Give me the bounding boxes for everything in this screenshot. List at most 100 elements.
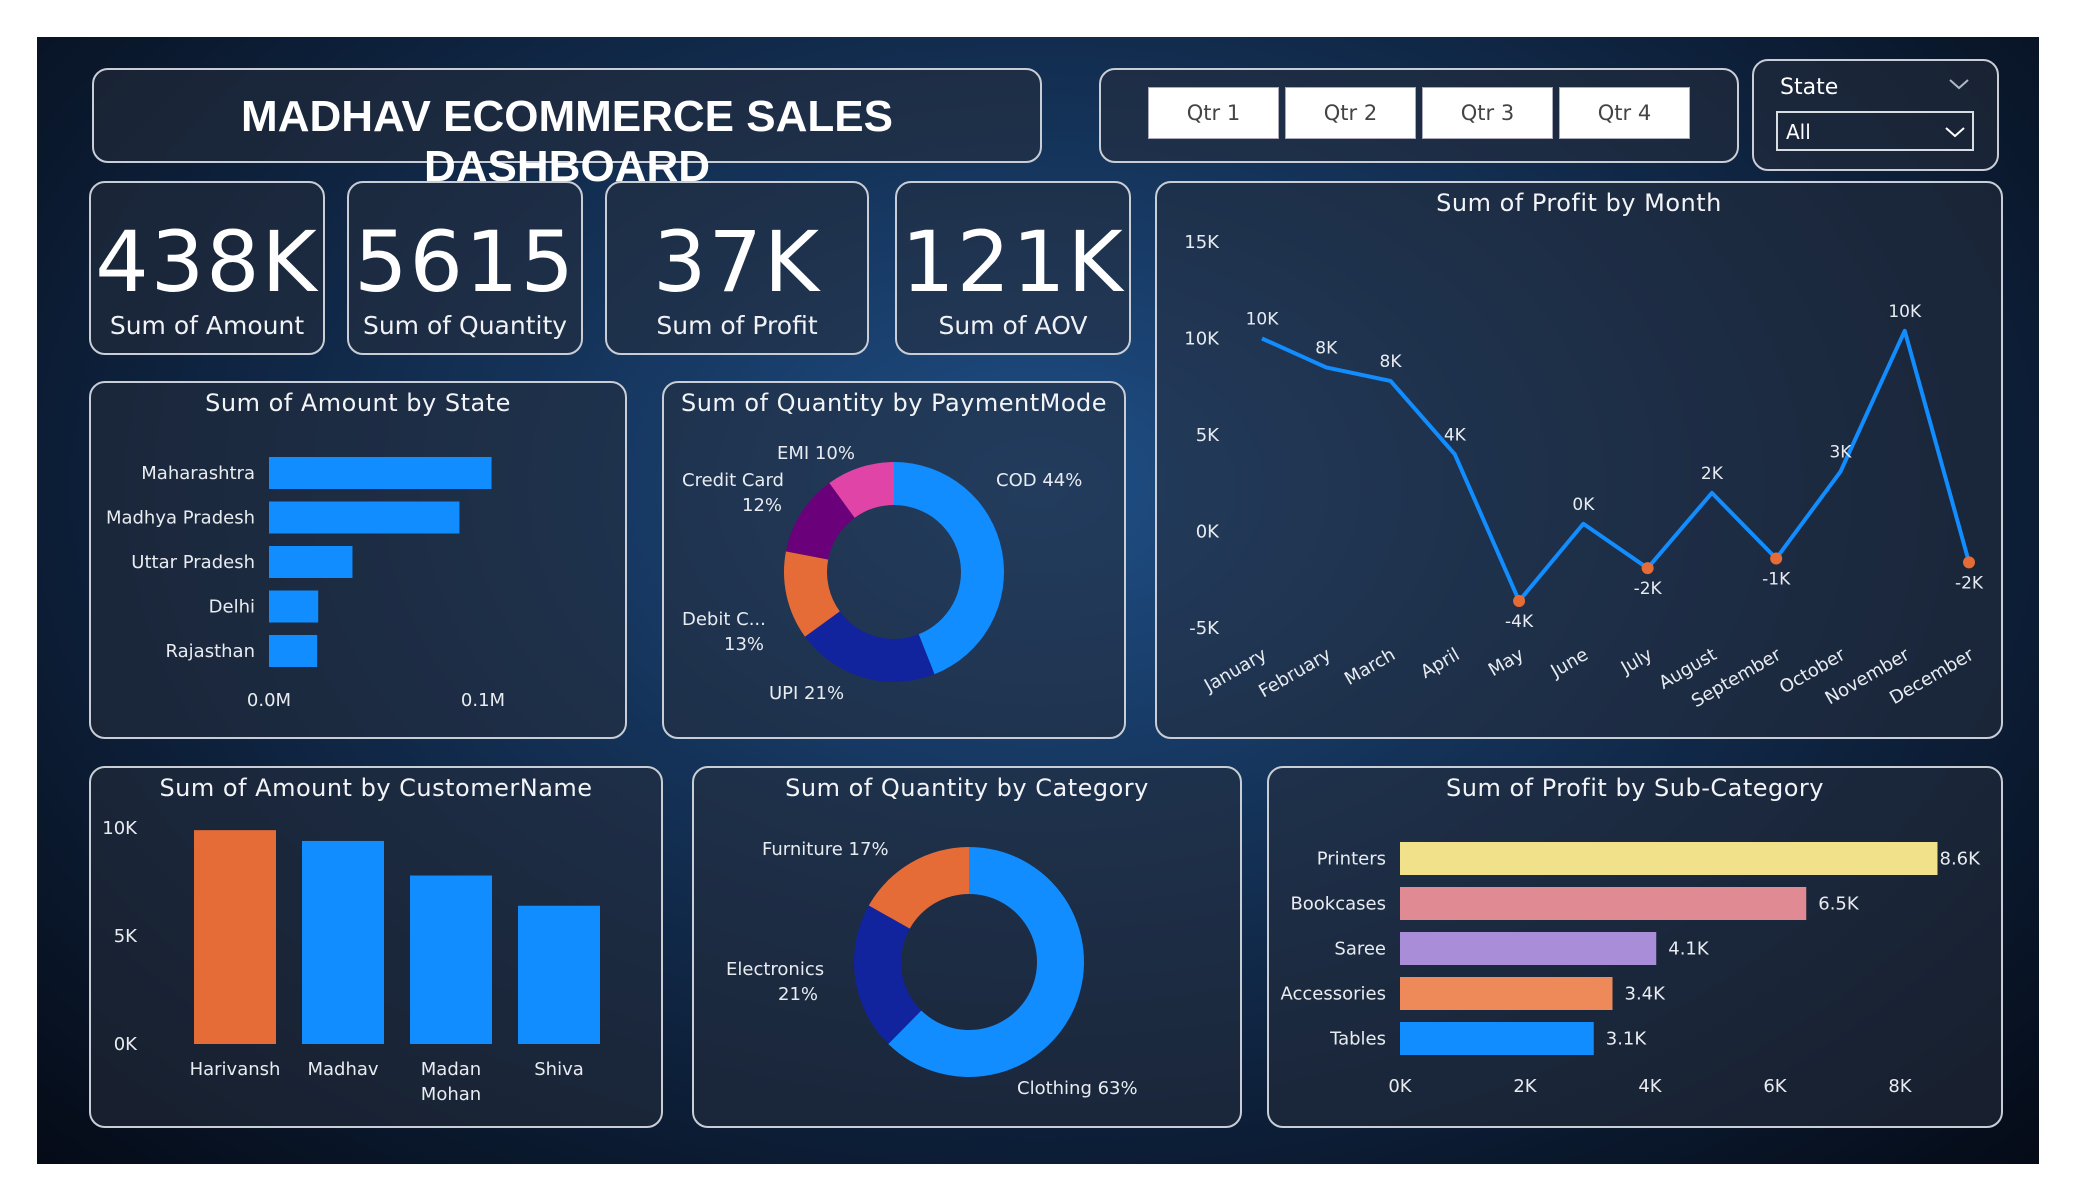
data-label: COD 44%	[996, 470, 1082, 491]
tick-label: 15K	[1184, 232, 1220, 253]
tick-label: March	[1341, 644, 1399, 690]
data-label: -2K	[1955, 573, 1984, 593]
category-label: Delhi	[209, 597, 255, 618]
kpi-value: 37K	[653, 213, 821, 311]
data-label: -4K	[1505, 612, 1534, 632]
data-point	[1513, 594, 1526, 607]
qtr4-button[interactable]: Qtr 4	[1559, 87, 1690, 139]
kpi-card-profit: 37K Sum of Profit	[605, 181, 869, 355]
state-slicer: State All	[1752, 59, 1999, 171]
bar	[269, 546, 353, 578]
amount-by-customer-chart: 10K 5K 0K Harivansh Madhav Madan Mohan Shiva	[102, 818, 600, 1105]
kpi-card-quantity: 5615 Sum of Quantity	[347, 181, 583, 355]
data-label: Furniture 17%	[762, 839, 889, 860]
state-dropdown[interactable]: All	[1776, 111, 1974, 151]
data-label: 10K	[1246, 310, 1280, 330]
data-label: EMI 10%	[777, 443, 855, 464]
title-card: MADHAV ECOMMERCE SALES DASHBOARD	[92, 68, 1042, 191]
data-label: UPI 21%	[769, 683, 844, 704]
category-label: Printers	[1317, 849, 1386, 870]
bar	[1400, 1022, 1594, 1055]
tick-label: 10K	[1184, 329, 1220, 350]
tick-label: 6K	[1763, 1076, 1787, 1097]
tick-label: 0K	[1196, 522, 1220, 543]
tick-label: 0.0M	[247, 690, 291, 711]
data-label: 8K	[1315, 338, 1338, 358]
series-line	[1261, 328, 1971, 603]
bar	[1400, 842, 1938, 875]
bar	[269, 590, 319, 623]
chart-amount-by-customer: Sum of Amount by CustomerName 10K 5K 0K Har…	[89, 766, 663, 1128]
category-label: Accessories	[1281, 984, 1387, 1005]
category-label: Maharashtra	[141, 463, 255, 484]
data-point	[1641, 562, 1654, 575]
category-label: Madhav	[307, 1059, 378, 1080]
bar	[1400, 932, 1657, 965]
data-label: 6.5K	[1818, 894, 1860, 915]
category-label: Madhya Pradesh	[106, 508, 255, 529]
data-label: 10K	[1888, 302, 1922, 322]
data-label: -2K	[1634, 579, 1663, 599]
page-title: MADHAV ECOMMERCE SALES DASHBOARD	[241, 92, 893, 191]
chevron-down-icon	[1945, 127, 1965, 138]
data-label: Credit Card	[682, 470, 784, 491]
tick-label: June	[1547, 644, 1592, 682]
category-label: Mohan	[421, 1084, 481, 1105]
quantity-by-category-chart: Clothing 63% Electronics 21% Furniture 17%	[726, 839, 1138, 1099]
category-label: Harivansh	[190, 1059, 281, 1080]
data-label: 3K	[1829, 443, 1852, 463]
data-label: 8K	[1380, 352, 1403, 372]
category-label: Madan	[421, 1059, 481, 1080]
data-label: 21%	[778, 984, 818, 1005]
bar	[410, 875, 492, 1044]
tick-label: 0K	[1388, 1076, 1412, 1097]
amount-by-state-chart: Maharashtra Madhya Pradesh Uttar Pradesh De…	[106, 457, 505, 711]
tick-label: 4K	[1638, 1076, 1662, 1097]
state-label: State	[1780, 75, 1839, 100]
bar	[269, 635, 318, 667]
tick-label: July	[1617, 644, 1657, 679]
quantity-by-payment-chart: COD 44% UPI 21% Debit C... 13% Credit Card 12…	[682, 443, 1082, 704]
tick-label: February	[1255, 644, 1335, 702]
chevron-down-icon[interactable]	[1948, 77, 1970, 91]
tick-label: 10K	[102, 818, 138, 839]
kpi-label: Sum of Amount	[109, 311, 305, 340]
dashboard-canvas: MADHAV ECOMMERCE SALES DASHBOARD Qtr 1 Q…	[37, 37, 2039, 1164]
data-label: Clothing 63%	[1017, 1078, 1138, 1099]
kpi-card-aov: 121K Sum of AOV	[895, 181, 1131, 355]
tick-label: April	[1417, 644, 1463, 683]
tick-label: 0.1M	[461, 690, 505, 711]
data-label: 0K	[1572, 495, 1595, 515]
data-label: 4.1K	[1668, 939, 1710, 960]
chart-quantity-by-payment: Sum of Quantity by PaymentMode COD 44% UP…	[662, 381, 1126, 739]
tick-label: May	[1485, 644, 1528, 681]
data-point	[1770, 552, 1783, 565]
tick-label: -5K	[1189, 618, 1220, 639]
bar	[269, 457, 492, 489]
profit-by-subcategory-chart: Printers 8.6K Bookcases 6.5K Saree 4.1K Access…	[1281, 842, 1981, 1097]
state-dropdown-value: All	[1786, 120, 1811, 144]
data-label: 13%	[724, 634, 764, 655]
kpi-label: Sum of AOV	[938, 311, 1088, 340]
bar	[302, 840, 384, 1044]
bar	[518, 905, 600, 1044]
data-label: 3.4K	[1625, 984, 1667, 1005]
qtr2-button[interactable]: Qtr 2	[1285, 87, 1416, 139]
tick-label: 0K	[114, 1034, 138, 1055]
data-label: Debit C...	[682, 609, 766, 630]
bar	[194, 830, 276, 1044]
category-label: Bookcases	[1290, 894, 1386, 915]
chart-amount-by-state: Sum of Amount by State Maharashtra Madhya…	[89, 381, 627, 739]
kpi-value: 438K	[95, 213, 319, 311]
bar	[1400, 977, 1613, 1010]
tick-label: 5K	[1196, 425, 1220, 446]
category-label: Rajasthan	[166, 641, 255, 662]
qtr1-button[interactable]: Qtr 1	[1148, 87, 1279, 139]
category-label: Shiva	[534, 1059, 584, 1080]
tick-label: 2K	[1513, 1076, 1537, 1097]
kpi-label: Sum of Profit	[656, 311, 818, 340]
data-label: -1K	[1762, 570, 1791, 590]
qtr3-button[interactable]: Qtr 3	[1422, 87, 1553, 139]
data-label: Electronics	[726, 959, 824, 980]
kpi-value: 5615	[354, 213, 576, 311]
